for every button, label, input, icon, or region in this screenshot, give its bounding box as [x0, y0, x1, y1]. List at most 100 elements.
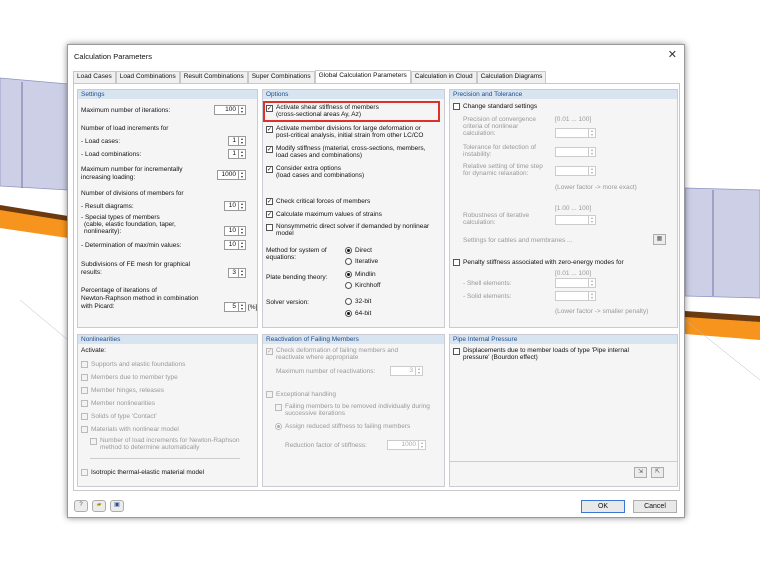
tab-load-cases[interactable]: Load Cases	[73, 71, 116, 83]
range-3: [0.01 ... 100]	[555, 270, 592, 277]
tab-result-combinations[interactable]: Result Combinations	[179, 71, 248, 83]
cables-settings-icon[interactable]: ▦	[653, 234, 666, 245]
kirchhoff-radio[interactable]	[345, 282, 352, 289]
modify-stiffness-checkbox[interactable]: ✓	[266, 146, 273, 153]
change-settings-checkbox[interactable]	[453, 103, 460, 110]
fe-mesh-spinner[interactable]: 3 ▲ ▼	[228, 268, 246, 278]
pipe-pressure-body: Displacements due to member loads of typ…	[450, 344, 677, 486]
save-icon[interactable]: ▣	[110, 500, 124, 512]
ok-button[interactable]: OK	[581, 500, 625, 513]
settings-panel: Settings Maximum number of iterations: 1…	[77, 89, 258, 328]
spinner-arrows-icon[interactable]: ▲ ▼	[238, 171, 245, 179]
direct-radio[interactable]	[345, 247, 352, 254]
background-model-left	[0, 60, 69, 395]
cables-settings-link[interactable]: Settings for cables and membranes ...	[463, 237, 572, 245]
spinner-arrows-icon[interactable]: ▲ ▼	[588, 292, 595, 300]
spinner-arrows-icon[interactable]: ▲ ▼	[418, 441, 425, 449]
exceptional-handling-checkbox[interactable]	[266, 391, 273, 398]
max-iterations-spinner[interactable]: 100 ▲ ▼	[214, 105, 246, 115]
assign-reduced-radio[interactable]	[275, 423, 282, 430]
load-cases-spinner[interactable]: 1 ▲ ▼	[228, 136, 246, 146]
result-diagrams-spinner[interactable]: 10 ▲ ▼	[224, 201, 246, 211]
spinner-arrows-icon[interactable]: ▲ ▼	[238, 227, 245, 235]
background-model-right-drawing	[684, 187, 760, 381]
nonlinear-materials-label: Materials with nonlinear model	[91, 426, 179, 433]
result-diagrams-value: 10	[228, 202, 236, 209]
spinner-arrows-icon[interactable]: ▲ ▼	[588, 167, 595, 175]
instability-spinner[interactable]: ▲ ▼	[555, 147, 596, 157]
help-icon[interactable]: ?	[74, 500, 88, 512]
open-folder-icon[interactable]: ▰	[92, 500, 106, 512]
tab-super-combinations[interactable]: Super Combinations	[247, 71, 315, 83]
spinner-arrows-icon[interactable]: ▲ ▼	[238, 303, 245, 311]
spinner-arrows-icon[interactable]: ▲ ▼	[238, 137, 245, 145]
special-types-spinner[interactable]: 10 ▲ ▼	[224, 226, 246, 236]
tab-calculation-diagrams[interactable]: Calculation Diagrams	[476, 71, 547, 83]
remove-individually-checkbox[interactable]	[275, 404, 282, 411]
shear-stiffness-checkbox[interactable]: ✓	[266, 105, 273, 112]
close-icon[interactable]: ✕	[668, 48, 677, 61]
exceptional-handling-label: Exceptional handling	[276, 391, 336, 398]
load-combinations-spinner[interactable]: 1 ▲ ▼	[228, 149, 246, 159]
spinner-arrows-icon[interactable]: ▲ ▼	[588, 216, 595, 224]
spinner-arrows-icon[interactable]: ▲ ▼	[238, 106, 245, 114]
spinner-arrows-icon[interactable]: ▲ ▼	[238, 202, 245, 210]
reduction-factor-value: 1000	[401, 441, 416, 448]
member-type-checkbox[interactable]	[81, 374, 88, 381]
member-divisions-label-2: post-critical analysis, initial strain f…	[276, 132, 424, 139]
mindlin-radio[interactable]	[345, 271, 352, 278]
critical-forces-checkbox[interactable]: ✓	[266, 198, 273, 205]
max-min-spinner[interactable]: 10 ▲ ▼	[224, 240, 246, 250]
robustness-label-2: calculation:	[463, 219, 496, 226]
max-incremental-spinner[interactable]: 1000 ▲ ▼	[217, 170, 246, 180]
check-deformation-checkbox[interactable]: ✓	[266, 348, 273, 355]
failing-members-header: Reactivation of Failing Members	[263, 335, 444, 344]
export-settings-icon[interactable]: ⇱	[651, 467, 664, 478]
contact-solids-checkbox[interactable]	[81, 413, 88, 420]
fe-mesh-label-1: Subdivisions of FE mesh for graphical	[81, 261, 191, 268]
tab-calculation-in-cloud[interactable]: Calculation in Cloud	[410, 71, 477, 83]
import-settings-icon[interactable]: ⇲	[634, 467, 647, 478]
spinner-arrows-icon[interactable]: ▲ ▼	[588, 129, 595, 137]
solid-elements-spinner[interactable]: ▲ ▼	[555, 291, 596, 301]
isotropic-thermal-checkbox[interactable]	[81, 469, 88, 476]
shell-elements-spinner[interactable]: ▲ ▼	[555, 278, 596, 288]
spinner-arrows-icon[interactable]: ▲ ▼	[588, 148, 595, 156]
nonlinear-materials-checkbox[interactable]	[81, 426, 88, 433]
assign-reduced-label: Assign reduced stiffness to failing memb…	[285, 423, 411, 430]
solver-32bit-radio[interactable]	[345, 298, 352, 305]
spinner-arrows-icon[interactable]: ▲ ▼	[588, 279, 595, 287]
nonlinearities-body: Activate: Supports and elastic foundatio…	[78, 344, 257, 486]
supports-checkbox[interactable]	[81, 361, 88, 368]
background-model-right	[684, 150, 760, 410]
tab-load-combinations[interactable]: Load Combinations	[115, 71, 180, 83]
solver-64bit-radio[interactable]	[345, 310, 352, 317]
tab-bar: Load Cases Load Combinations Result Comb…	[73, 70, 547, 83]
bourdon-effect-checkbox[interactable]	[453, 348, 460, 355]
penalty-stiffness-checkbox[interactable]	[453, 259, 460, 266]
spinner-arrows-icon[interactable]: ▲ ▼	[415, 367, 422, 375]
iterative-radio[interactable]	[345, 258, 352, 265]
member-nonlinearities-checkbox[interactable]	[81, 400, 88, 407]
spinner-arrows-icon[interactable]: ▲ ▼	[238, 241, 245, 249]
max-strains-checkbox[interactable]: ✓	[266, 211, 273, 218]
cancel-button[interactable]: Cancel	[633, 500, 677, 513]
newton-raphson-checkbox[interactable]	[90, 438, 97, 445]
load-cases-label: - Load cases:	[81, 138, 121, 145]
convergence-spinner[interactable]: ▲ ▼	[555, 128, 596, 138]
instability-label-2: instability:	[463, 151, 492, 158]
percentage-spinner[interactable]: 5 ▲ ▼	[224, 302, 246, 312]
reduction-factor-spinner[interactable]: 1000 ▲ ▼	[387, 440, 426, 450]
critical-forces-label: Check critical forces of members	[276, 198, 371, 205]
hinges-checkbox[interactable]	[81, 387, 88, 394]
nonsymmetric-solver-checkbox[interactable]	[266, 224, 273, 231]
robustness-spinner[interactable]: ▲ ▼	[555, 215, 596, 225]
max-reactivations-spinner[interactable]: 3 ▲ ▼	[390, 366, 423, 376]
spinner-arrows-icon[interactable]: ▲ ▼	[238, 150, 245, 158]
tab-global-calculation-parameters[interactable]: Global Calculation Parameters	[314, 70, 411, 83]
member-divisions-checkbox[interactable]: ✓	[266, 126, 273, 133]
convergence-label-3: calculation:	[463, 130, 496, 137]
spinner-arrows-icon[interactable]: ▲ ▼	[238, 269, 245, 277]
time-step-spinner[interactable]: ▲ ▼	[555, 166, 596, 176]
extra-options-checkbox[interactable]: ✓	[266, 166, 273, 173]
